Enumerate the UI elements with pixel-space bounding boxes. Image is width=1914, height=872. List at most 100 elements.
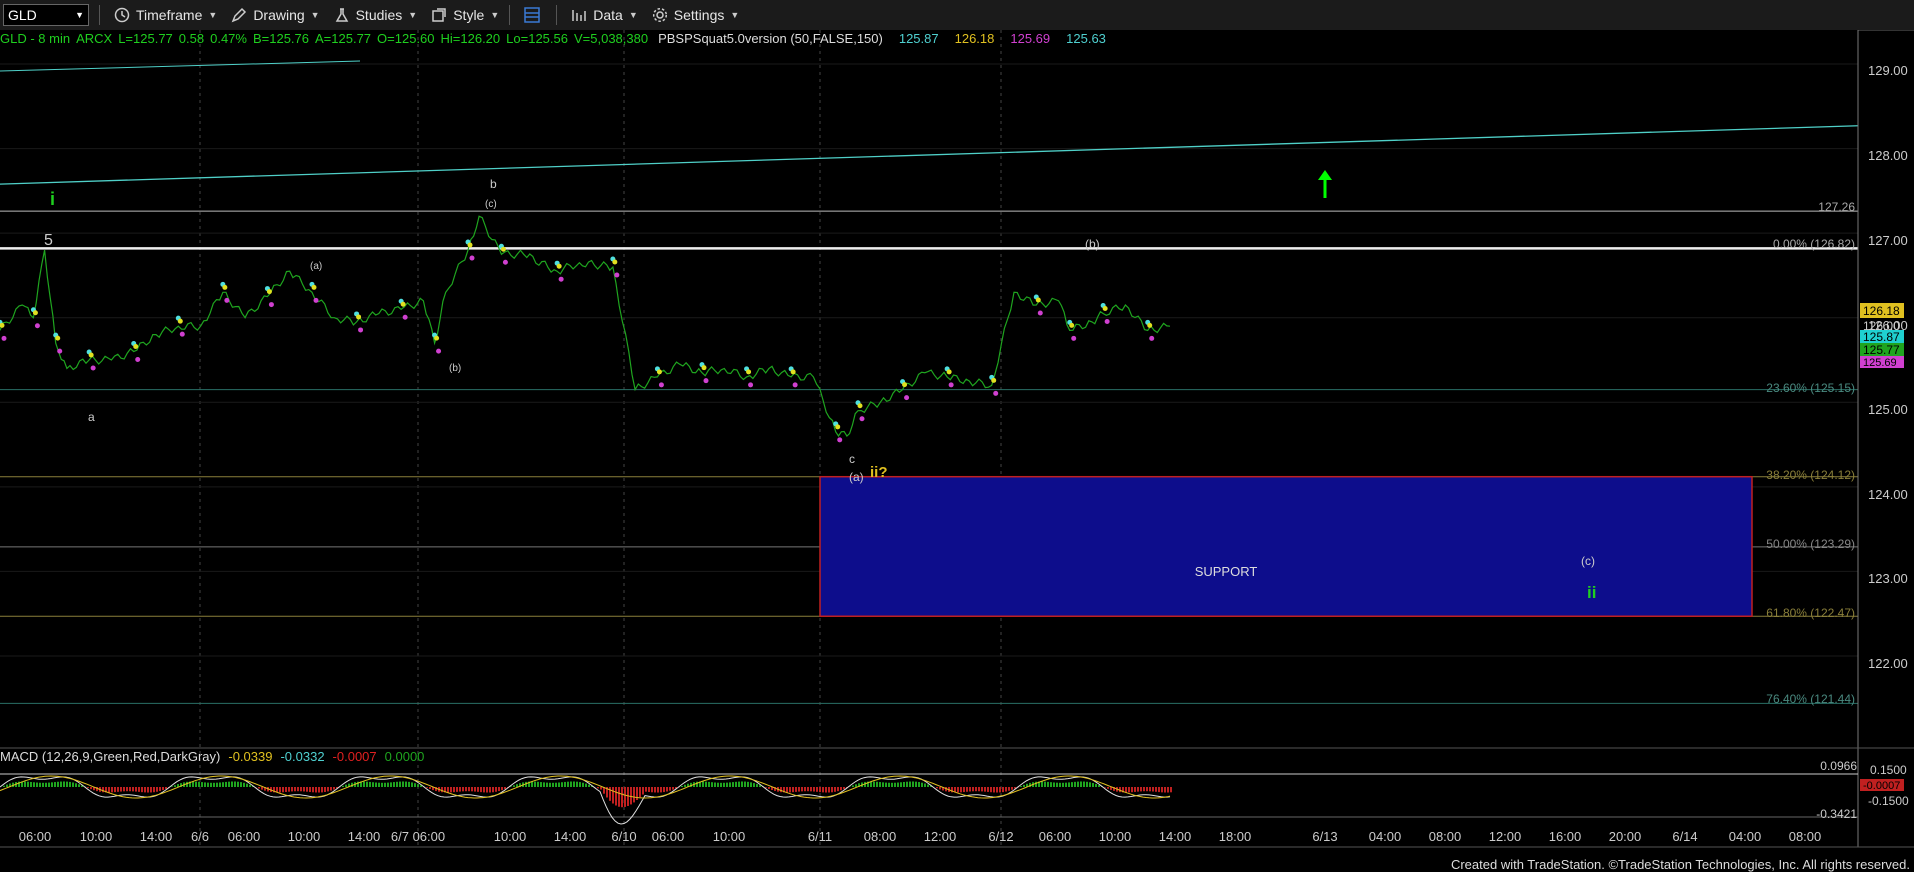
macd-bar (1095, 783, 1097, 787)
x-tick: 14:00 (348, 829, 381, 844)
macd-bar (873, 781, 875, 787)
macd-bar (126, 787, 128, 792)
macd-bar (927, 784, 929, 787)
indicator-dot (1037, 310, 1043, 316)
macd-bar (117, 787, 119, 792)
price-chart[interactable]: 127.26 0.00% (126.82) 23.60% (125.15) 38… (0, 30, 1914, 872)
y-tick: 127.00 (1868, 233, 1908, 248)
indicator-dot (502, 259, 508, 265)
macd-bar (447, 787, 449, 793)
caret-down-icon: ▼ (490, 10, 500, 20)
wave-label-a2-paren: (a) (849, 470, 864, 484)
macd-bar (24, 781, 26, 787)
study-value: 126.18 (954, 31, 995, 46)
macd-bar (888, 782, 890, 787)
macd-bar (102, 787, 104, 793)
indicator-dot (358, 327, 364, 333)
macd-bar (87, 787, 89, 788)
macd-bar (729, 782, 731, 787)
macd-bar (894, 782, 896, 787)
timeframe-label: Timeframe (136, 7, 203, 23)
indicator-dot (500, 246, 506, 252)
macd-bar (396, 781, 398, 787)
settings-menu[interactable]: Settings ▼ (652, 7, 740, 23)
timeframe-menu[interactable]: Timeframe ▼ (114, 7, 217, 23)
indicator-dot (991, 377, 997, 383)
clock-icon (114, 7, 130, 23)
macd-bar (495, 787, 497, 792)
macd-bar (765, 787, 767, 788)
macd-bar (1005, 787, 1007, 792)
macd-bar (483, 787, 485, 793)
style-menu[interactable]: Style ▼ (431, 7, 499, 23)
macd-bar (975, 787, 977, 792)
symbol-select[interactable]: GLD ▼ (3, 4, 89, 26)
macd-bar (852, 785, 854, 787)
indicator-dot (177, 318, 183, 324)
x-tick: 06:00 (652, 829, 685, 844)
caret-down-icon: ▼ (730, 10, 740, 20)
macd-bar (144, 787, 146, 793)
macd-bar (552, 782, 554, 787)
macd-bar (513, 785, 515, 787)
macd-bar (711, 782, 713, 787)
macd-bar (843, 787, 845, 790)
macd-bar (918, 782, 920, 787)
macd-bar (258, 787, 260, 789)
macd-bar (1023, 784, 1025, 787)
macd-bar (738, 781, 740, 787)
x-tick: 14:00 (554, 829, 587, 844)
x-tick: 12:00 (1489, 829, 1522, 844)
indicator-dot (311, 284, 317, 290)
macd-bar (957, 787, 959, 793)
support-zone[interactable] (819, 475, 1753, 618)
x-tick: 20:00 (1609, 829, 1642, 844)
macd-bar (249, 784, 251, 787)
macd-bar (630, 787, 632, 805)
macd-bar (69, 781, 71, 787)
macd-bar (462, 787, 464, 792)
drawing-menu[interactable]: Drawing ▼ (231, 7, 320, 23)
macd-bar (648, 787, 650, 792)
macd-bar (903, 781, 905, 787)
macd-bar (429, 787, 431, 790)
macd-bar (345, 784, 347, 787)
macd-bar (831, 787, 833, 793)
macd-bar (192, 781, 194, 787)
price-marker: 125.77 (1863, 343, 1900, 357)
indicator-dot (1069, 322, 1075, 328)
macd-bar (27, 781, 29, 787)
macd-bar (75, 783, 77, 787)
macd-bar (408, 781, 410, 787)
caret-down-icon: ▼ (310, 10, 320, 20)
x-tick: 08:00 (864, 829, 897, 844)
macd-bar (1065, 782, 1067, 787)
support-label: SUPPORT (1195, 564, 1258, 579)
studies-menu[interactable]: Studies ▼ (334, 7, 417, 23)
indicator-dot (313, 297, 319, 303)
macd-bar (837, 787, 839, 792)
macd-bar (996, 787, 998, 793)
pct-change: 0.47% (210, 31, 247, 46)
study-name: PBSPSquat5.0version (50,FALSE,150) (658, 31, 883, 46)
macd-bar (1167, 787, 1169, 793)
macd-bar (717, 782, 719, 787)
macd-bar (294, 787, 296, 792)
y-tick: 128.00 (1868, 148, 1908, 163)
wave-label-b2-paren: (b) (1085, 237, 1100, 251)
macd-bar (789, 787, 791, 793)
bid: B=125.76 (252, 31, 310, 46)
macd-axis-label: -0.1500 (1868, 794, 1909, 808)
indicator-dot (179, 331, 185, 337)
layout-button[interactable] (524, 7, 546, 23)
data-menu[interactable]: Data ▼ (571, 7, 638, 23)
macd-bar (1131, 787, 1133, 793)
macd-bar (609, 787, 611, 801)
macd-bar (30, 781, 32, 787)
macd-bar (504, 787, 506, 790)
macd-bar (891, 782, 893, 787)
macd-bar (597, 787, 599, 789)
indicator-dot (268, 302, 274, 308)
macd-bar (921, 782, 923, 787)
indicator-dot (1147, 322, 1153, 328)
